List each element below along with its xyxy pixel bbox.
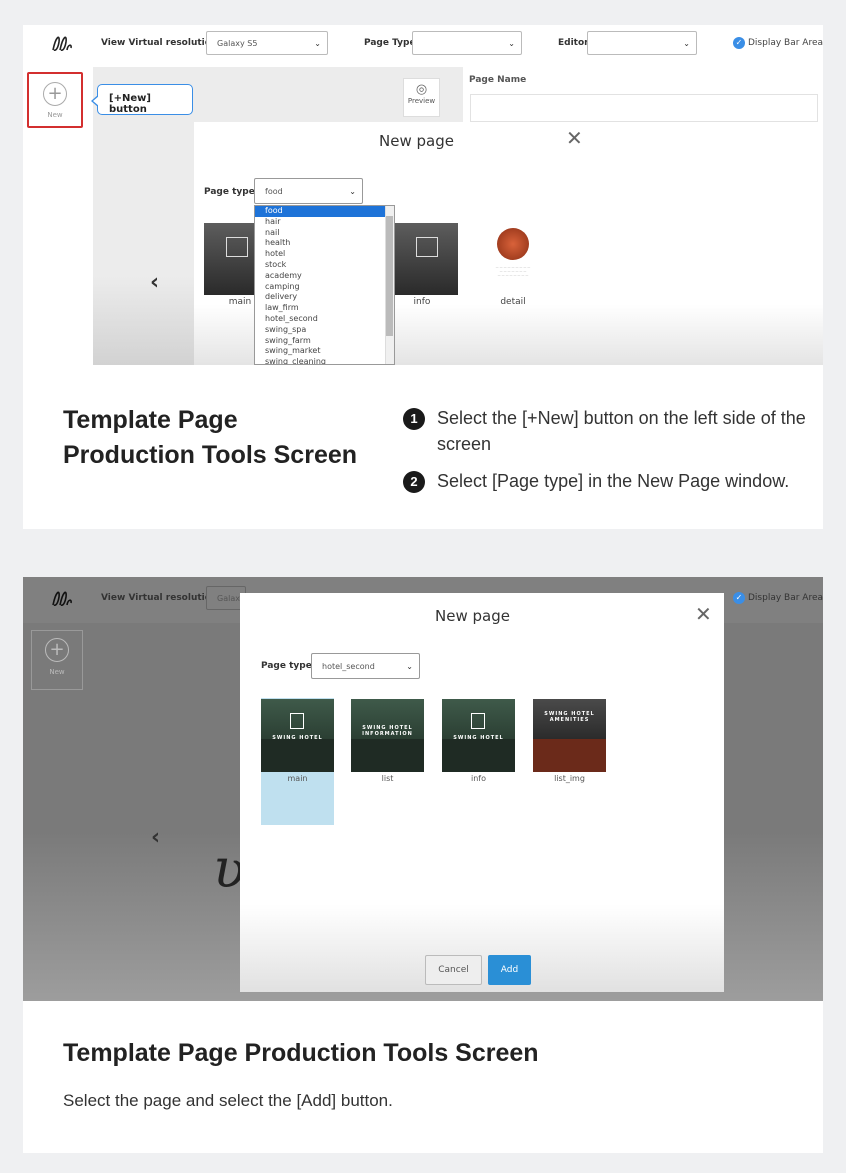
new-page-modal: New page ✕ Page type hotel_second ⌄ SWIN… xyxy=(240,593,724,992)
new-button[interactable]: + New xyxy=(27,72,83,128)
section-title: Template Page Production Tools Screen xyxy=(63,1039,539,1067)
section-text: Select the page and select the [Add] but… xyxy=(63,1091,393,1110)
check-icon[interactable]: ✓ xyxy=(733,37,745,49)
page-type-label: Page type xyxy=(204,187,255,197)
new-button-label: New xyxy=(49,668,65,676)
template-card-list[interactable]: SWING HOTEL INFORMATION xyxy=(351,699,424,772)
dropdown-option[interactable]: law_firm xyxy=(255,303,394,314)
page-type-value: food xyxy=(265,187,283,196)
plus-icon: + xyxy=(45,638,69,662)
new-button-label: New xyxy=(47,111,63,119)
template-thumb-info[interactable] xyxy=(394,223,458,295)
dropdown-option[interactable]: swing_spa xyxy=(255,325,394,336)
dropdown-option[interactable]: hair xyxy=(255,217,394,228)
page-type-dropdown[interactable]: food hair nail health hotel stock academy campi… xyxy=(254,205,395,365)
card-title: SWING HOTEL AMENITIES xyxy=(544,711,595,723)
page-name-input[interactable] xyxy=(470,94,818,122)
dropdown-option[interactable]: swing_cleaning xyxy=(255,357,394,364)
description-box-2: Template Page Production Tools Screen Se… xyxy=(23,1001,823,1153)
template-card-list-img[interactable]: SWING HOTEL AMENITIES xyxy=(533,699,606,772)
close-icon[interactable]: ✕ xyxy=(695,602,712,626)
card-caption-list: list xyxy=(381,774,394,783)
step-number: 1 xyxy=(403,408,425,430)
preview-label: Preview xyxy=(407,97,436,105)
dropdown-option[interactable]: health xyxy=(255,238,394,249)
dropdown-option[interactable]: food xyxy=(255,206,394,217)
building-icon xyxy=(471,713,485,729)
plus-icon: + xyxy=(43,82,67,106)
page-type-select[interactable]: ⌄ xyxy=(412,31,522,55)
card-caption-main: main xyxy=(287,774,308,783)
prev-arrow-icon[interactable]: ‹ xyxy=(150,270,159,295)
dropdown-option[interactable]: nail xyxy=(255,228,394,239)
step-item: 1 Select the [+New] button on the left s… xyxy=(403,405,813,457)
editor-label: Editor xyxy=(558,38,589,48)
dropdown-option[interactable]: swing_farm xyxy=(255,336,394,347)
view-resolution-label: View Virtual resolution xyxy=(101,593,218,603)
display-bar-label: Display Bar Area xyxy=(748,38,823,48)
page-type-label: Page Type xyxy=(364,38,416,48)
dropdown-option[interactable]: delivery xyxy=(255,292,394,303)
new-button[interactable]: + New xyxy=(31,630,83,690)
step-text: Select the [+New] button on the left sid… xyxy=(437,408,806,454)
title-line-1: Template Page xyxy=(63,406,238,434)
screenshot-panel-1: View Virtual resolution Galaxy S5 ⌄ Page… xyxy=(23,25,823,365)
title-line-2: Production Tools Screen xyxy=(63,441,358,469)
step-text: Select [Page type] in the New Page windo… xyxy=(437,471,790,491)
description-box-1: Template Page Production Tools Screen 1 … xyxy=(23,365,823,529)
page-type-select[interactable]: food ⌄ xyxy=(254,178,363,204)
page-type-value: hotel_second xyxy=(322,662,375,671)
card-title: SWING HOTEL xyxy=(272,735,323,741)
add-button[interactable]: Add xyxy=(488,955,531,985)
chevron-down-icon: ⌄ xyxy=(508,39,515,48)
template-card-info[interactable]: SWING HOTEL xyxy=(442,699,515,772)
step-item: 2 Select [Page type] in the New Page win… xyxy=(403,468,813,494)
prev-arrow-icon[interactable]: ‹ xyxy=(151,825,160,850)
preview-button[interactable]: ◎ Preview xyxy=(403,78,440,117)
thumb-detail-body: — — — — — — — — — — — — — — — — — — — — — … xyxy=(495,265,531,277)
template-card-main[interactable]: SWING HOTEL xyxy=(261,699,334,772)
card-title: SWING HOTEL xyxy=(453,735,504,741)
page-name-label: Page Name xyxy=(469,75,527,85)
close-icon[interactable]: ✕ xyxy=(566,126,583,150)
steps-list: 1 Select the [+New] button on the left s… xyxy=(403,405,813,505)
building-icon xyxy=(290,713,304,729)
dropdown-option[interactable]: camping xyxy=(255,282,394,293)
logo-icon xyxy=(52,36,72,51)
chevron-down-icon: ⌄ xyxy=(406,662,413,671)
view-resolution-label: View Virtual resolution xyxy=(101,38,218,48)
thumb-caption-detail: detail xyxy=(500,297,526,307)
card-title: SWING HOTEL INFORMATION xyxy=(362,725,413,737)
screenshot-panel-2: View Virtual resolution Galaxy ✓ Display… xyxy=(23,577,823,1001)
food-dish-image xyxy=(497,228,529,260)
modal-title: New page xyxy=(435,607,510,625)
card-caption-info: info xyxy=(470,774,486,783)
page-type-select[interactable]: hotel_second ⌄ xyxy=(311,653,420,679)
display-bar-label: Display Bar Area xyxy=(748,593,823,603)
dropdown-option[interactable]: stock xyxy=(255,260,394,271)
chevron-down-icon: ⌄ xyxy=(349,187,356,196)
thumb-caption-info: info xyxy=(413,297,431,307)
editor-select[interactable]: ⌄ xyxy=(587,31,697,55)
new-button-callout: [+New] button xyxy=(91,84,193,115)
chevron-down-icon: ⌄ xyxy=(314,39,321,48)
top-toolbar: View Virtual resolution Galaxy S5 ⌄ Page… xyxy=(23,25,823,63)
eye-icon: ◎ xyxy=(415,82,428,97)
dropdown-option[interactable]: hotel xyxy=(255,249,394,260)
cancel-button[interactable]: Cancel xyxy=(425,955,482,985)
check-icon[interactable]: ✓ xyxy=(733,592,745,604)
dropdown-option[interactable]: academy xyxy=(255,271,394,282)
resolution-select[interactable]: Galaxy S5 ⌄ xyxy=(206,31,328,55)
step-number: 2 xyxy=(403,471,425,493)
dropdown-option[interactable]: hotel_second xyxy=(255,314,394,325)
logo-icon xyxy=(52,591,72,606)
modal-title: New page xyxy=(379,132,454,150)
card-caption-list-img: list_img xyxy=(554,774,585,783)
section-title: Template Page Production Tools Screen xyxy=(63,403,357,473)
resolution-value: Galaxy S5 xyxy=(217,39,258,48)
chevron-down-icon: ⌄ xyxy=(683,39,690,48)
page-type-label: Page type xyxy=(261,661,312,671)
dropdown-option[interactable]: swing_market xyxy=(255,346,394,357)
